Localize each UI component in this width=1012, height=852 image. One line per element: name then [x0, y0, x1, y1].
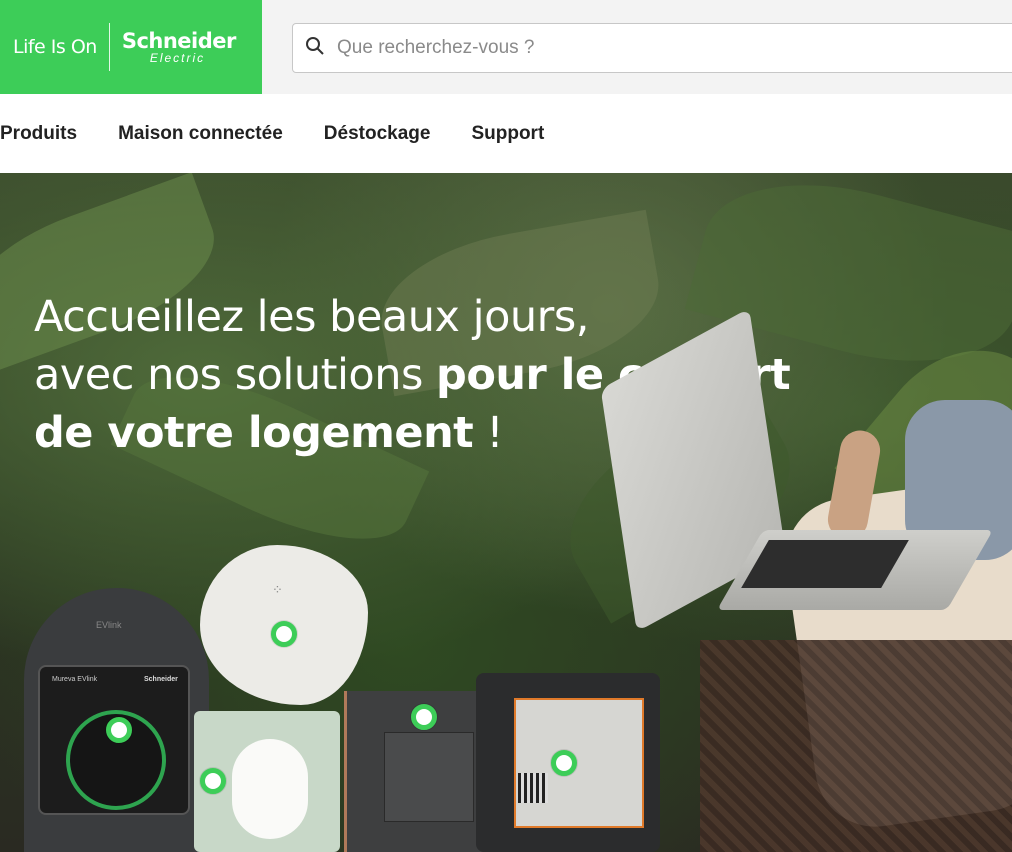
- nav-item-support[interactable]: Support: [471, 123, 544, 145]
- laptop-keyboard: [741, 540, 909, 588]
- ev-screen-label: Mureva EVlink: [52, 676, 98, 683]
- search-box[interactable]: [292, 23, 1012, 73]
- logo-divider: [108, 23, 110, 71]
- dark-switch-key: [384, 732, 474, 822]
- hero-line-3-bold: de votre logement: [34, 408, 474, 458]
- nav-item-produits[interactable]: Produits: [0, 123, 77, 145]
- hotspot-ev-charger[interactable]: [106, 717, 132, 743]
- hero-line-2-regular: avec nos solutions: [34, 350, 437, 400]
- sensor-dots-icon: ⁘: [272, 582, 283, 597]
- ev-screen-brand: Schneider: [144, 676, 178, 683]
- nav-item-maison-connectee[interactable]: Maison connectée: [118, 123, 283, 145]
- hotspot-roller-switch[interactable]: [200, 768, 226, 794]
- hotspot-sensor[interactable]: [271, 621, 297, 647]
- logo-tagline: Life Is On: [13, 36, 97, 58]
- logo-brand-sub: Electric: [149, 50, 206, 65]
- nav-item-destockage[interactable]: Déstockage: [324, 123, 431, 145]
- roller-shutter-switch: [232, 739, 308, 839]
- hotspot-dark-switch[interactable]: [411, 704, 437, 730]
- ev-label: EVlink: [96, 620, 122, 630]
- hotspot-electrical-panel[interactable]: [551, 750, 577, 776]
- electrical-panel-inner: [514, 698, 644, 828]
- logo-brand-name: Schneider: [121, 28, 237, 53]
- brand-logo[interactable]: Life Is On Schneider Electric: [0, 0, 262, 94]
- search-icon[interactable]: [305, 36, 325, 61]
- hero-line-3-regular: !: [473, 408, 504, 458]
- main-nav: Produits Maison connectée Déstockage Sup…: [0, 94, 1012, 173]
- logo-wordmark: Schneider Electric: [121, 28, 237, 65]
- qr-code-icon: [518, 773, 548, 803]
- wicker-chair: [700, 640, 1012, 852]
- search-input[interactable]: [337, 37, 937, 59]
